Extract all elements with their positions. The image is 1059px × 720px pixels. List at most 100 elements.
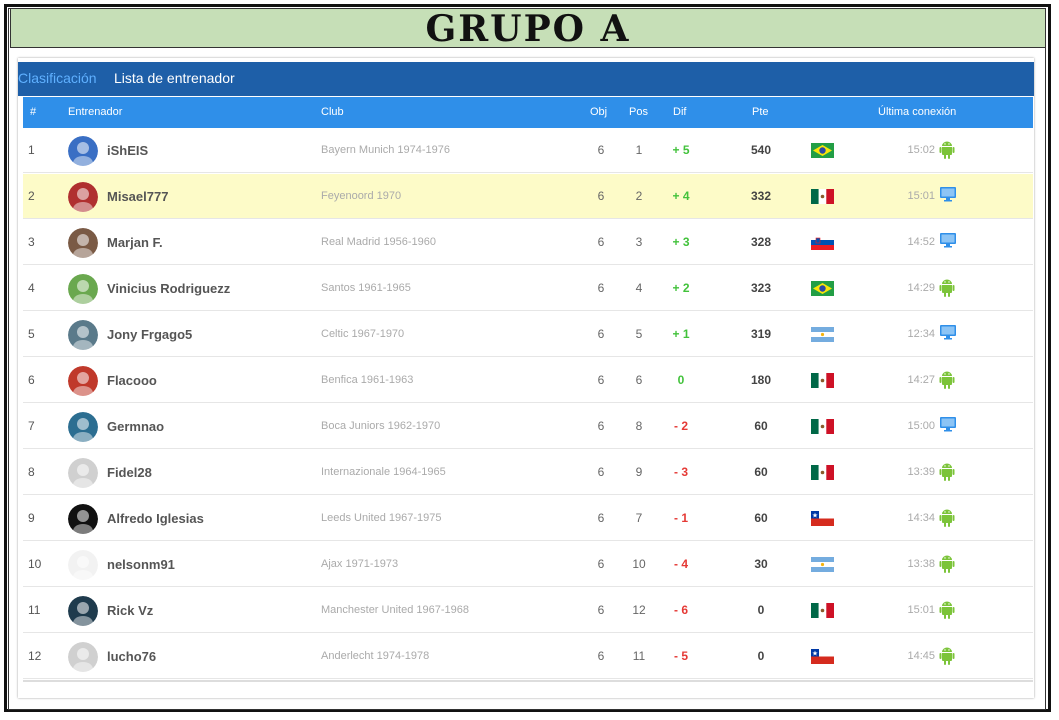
pos-value: 6: [635, 373, 643, 387]
avatar[interactable]: [68, 550, 98, 580]
last-connection-time: 13:38: [907, 558, 935, 570]
table-row[interactable]: 9 Alfredo Iglesias Leeds United 1967-1975 6…: [23, 496, 1033, 541]
mexico-flag-icon: [811, 465, 834, 480]
last-connection-time: 14:34: [907, 512, 935, 524]
coach-name[interactable]: iShEIS: [107, 128, 148, 173]
club-name: Manchester United 1967-1968: [321, 604, 469, 616]
avatar[interactable]: [68, 228, 98, 258]
col-pos: Pos: [629, 106, 648, 118]
col-club: Club: [321, 106, 344, 118]
android-icon: [939, 508, 955, 532]
row-rank: 10: [28, 557, 42, 571]
last-connection-time: 14:29: [907, 282, 935, 294]
dif-value: + 4: [672, 189, 690, 203]
table-row[interactable]: 10 nelsonm91 Ajax 1971-1973 6 10 - 4 30 13:38: [23, 542, 1033, 587]
obj-value: 6: [597, 419, 605, 433]
col-obj: Obj: [590, 106, 608, 118]
table-header: # Entrenador Club Obj Pos Dif Pte Última…: [23, 97, 1033, 128]
pos-value: 10: [632, 557, 646, 571]
table-row[interactable]: 11 Rick Vz Manchester United 1967-1968 6 12 -…: [23, 588, 1033, 633]
pos-value: 9: [635, 465, 643, 479]
last-connection-time: 14:45: [907, 650, 935, 662]
table-row[interactable]: 4 Vinicius Rodriguezz Santos 1961-1965 6 4 + …: [23, 266, 1033, 311]
pos-value: 4: [635, 281, 643, 295]
mexico-flag-icon: [811, 373, 834, 388]
group-title: GRUPO A: [425, 8, 631, 50]
avatar[interactable]: [68, 182, 98, 212]
coach-name[interactable]: Vinicius Rodriguezz: [107, 266, 230, 311]
points-value: 60: [754, 511, 768, 525]
avatar[interactable]: [68, 642, 98, 672]
col-coach: Entrenador: [68, 106, 123, 118]
row-rank: 6: [28, 373, 35, 387]
dif-value: - 5: [673, 649, 688, 663]
last-connection-time: 13:39: [907, 466, 935, 478]
table-row[interactable]: 5 Jony Frgago5 Celtic 1967-1970 6 5 + 1 319 12:…: [23, 312, 1033, 357]
row-rank: 9: [28, 511, 35, 525]
table-row[interactable]: 6 Flacooo Benfica 1961-1963 6 6 0 180 14:27: [23, 358, 1033, 403]
table-row[interactable]: 2 Misael777 Feyenoord 1970 6 2 + 4 332 15:01: [23, 174, 1033, 219]
group-title-bar: GRUPO A: [10, 8, 1046, 50]
points-value: 323: [750, 281, 772, 295]
club-name: Leeds United 1967-1975: [321, 512, 442, 524]
android-icon: [939, 370, 955, 394]
last-connection-time: 15:01: [907, 190, 935, 202]
table-row[interactable]: 3 Marjan F. Real Madrid 1956-1960 6 3 + 3 328 1…: [23, 220, 1033, 265]
avatar[interactable]: [68, 320, 98, 350]
mexico-flag-icon: [811, 603, 834, 618]
pos-value: 3: [635, 235, 643, 249]
coach-name[interactable]: Alfredo Iglesias: [107, 496, 204, 541]
club-name: Internazionale 1964-1965: [321, 466, 446, 478]
row-rank: 1: [28, 143, 35, 157]
points-value: 30: [754, 557, 768, 571]
avatar[interactable]: [68, 366, 98, 396]
row-rank: 11: [28, 603, 41, 617]
row-rank: 12: [28, 649, 42, 663]
coach-name[interactable]: Rick Vz: [107, 588, 153, 633]
avatar[interactable]: [68, 274, 98, 304]
club-name: Celtic 1967-1970: [321, 328, 405, 340]
avatar[interactable]: [68, 458, 98, 488]
coach-name[interactable]: Fidel28: [107, 450, 152, 495]
avatar[interactable]: [68, 136, 98, 166]
coach-name[interactable]: lucho76: [107, 634, 156, 679]
argentina-flag-icon: [811, 327, 834, 342]
col-last-connection: Última conexión: [878, 106, 957, 118]
android-icon: [939, 140, 955, 164]
table-row[interactable]: 12 lucho76 Anderlecht 1974-1978 6 11 - 5 0 14:4…: [23, 634, 1033, 679]
coach-name[interactable]: Misael777: [107, 174, 168, 219]
coach-name[interactable]: nelsonm91: [107, 542, 175, 587]
obj-value: 6: [597, 235, 605, 249]
row-rank: 7: [28, 419, 35, 433]
standings-panel: Clasificación Lista de entrenador # Entr…: [18, 58, 1034, 698]
avatar[interactable]: [68, 596, 98, 626]
row-rank: 3: [28, 235, 35, 249]
dif-value: + 3: [672, 235, 690, 249]
avatar[interactable]: [68, 412, 98, 442]
last-connection-time: 14:27: [907, 374, 935, 386]
obj-value: 6: [597, 327, 605, 341]
pos-value: 2: [635, 189, 643, 203]
pos-value: 11: [632, 649, 646, 663]
club-name: Bayern Munich 1974-1976: [321, 144, 451, 156]
coach-name[interactable]: Marjan F.: [107, 220, 163, 265]
avatar[interactable]: [68, 504, 98, 534]
tab-lista-entrenador[interactable]: Lista de entrenador: [114, 62, 235, 94]
tab-clasificacion[interactable]: Clasificación: [18, 62, 97, 94]
col-dif: Dif: [673, 106, 687, 118]
pos-value: 8: [635, 419, 643, 433]
mexico-flag-icon: [811, 419, 834, 434]
table-row[interactable]: 7 Germnao Boca Juniors 1962-1970 6 8 - 2 60 15:…: [23, 404, 1033, 449]
argentina-flag-icon: [811, 557, 834, 572]
coach-name[interactable]: Jony Frgago5: [107, 312, 192, 357]
last-connection-time: 15:00: [907, 420, 935, 432]
dif-value: - 2: [673, 419, 688, 433]
table-row[interactable]: 1 iShEIS Bayern Munich 1974-1976 6 1 + 5 540 15…: [23, 128, 1033, 173]
pos-value: 7: [635, 511, 643, 525]
coach-name[interactable]: Germnao: [107, 404, 164, 449]
obj-value: 6: [597, 603, 605, 617]
obj-value: 6: [597, 189, 605, 203]
coach-name[interactable]: Flacooo: [107, 358, 157, 403]
pos-value: 1: [635, 143, 643, 157]
table-row[interactable]: 8 Fidel28 Internazionale 1964-1965 6 9 - 3 60 1…: [23, 450, 1033, 495]
